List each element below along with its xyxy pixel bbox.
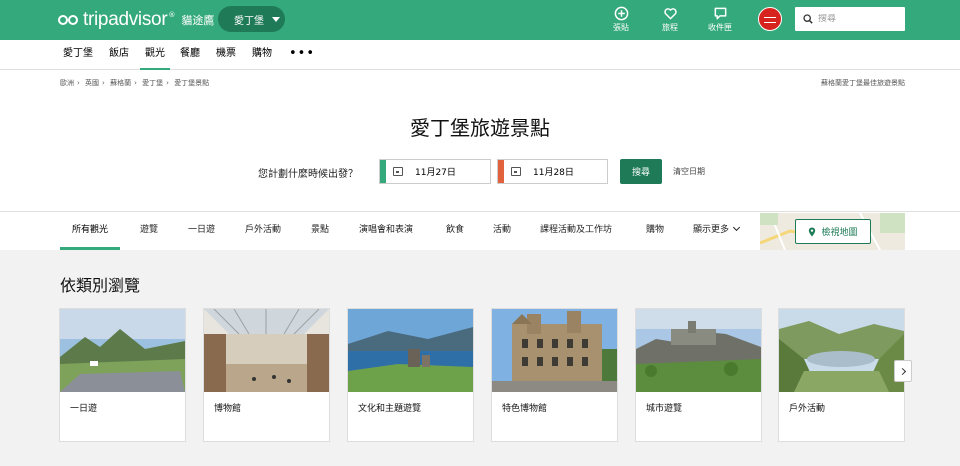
museum-hall-image — [204, 309, 329, 392]
date-question: 您計劃什麼時候出發？ — [258, 169, 358, 180]
checkout-date-field[interactable]: 11月28日 — [497, 159, 608, 184]
trips-button[interactable]: 旅程 — [655, 6, 685, 33]
breadcrumb-current: 愛丁堡景點 — [174, 79, 210, 87]
breadcrumb: 歐洲 › 英國 › 蘇格蘭 › 愛丁堡 › 愛丁堡景點 — [60, 78, 209, 88]
location-selector[interactable]: 愛丁堡 — [218, 6, 285, 32]
plus-circle-icon — [614, 6, 628, 21]
breadcrumb-item[interactable]: 歐洲 — [60, 79, 74, 87]
checkin-date-field[interactable]: 11月27日 — [379, 159, 491, 184]
logo-text: tripadvisor — [83, 9, 168, 30]
heart-icon — [663, 8, 677, 20]
map-pin-icon — [809, 226, 816, 237]
tab-day-trips[interactable]: 一日遊 — [188, 212, 215, 250]
header-search[interactable] — [795, 7, 905, 31]
trips-label: 旅程 — [662, 23, 678, 32]
show-more-label: 顯示更多 — [693, 225, 730, 235]
card-label: 博物館 — [214, 404, 242, 414]
breadcrumb-separator: › — [134, 79, 137, 87]
calendar-icon — [393, 167, 403, 176]
avatar[interactable] — [758, 7, 782, 31]
checkout-color-bar — [498, 160, 504, 183]
inbox-button[interactable]: 收件匣 — [705, 6, 735, 33]
calendar-icon — [511, 167, 521, 176]
card-label: 文化和主題遊覽 — [358, 404, 422, 414]
historic-building-image — [492, 309, 617, 392]
sub-nav: 愛丁堡 飯店 觀光 餐廳 機票 購物 ••• — [0, 40, 960, 70]
tab-shows[interactable]: 演唱會和表演 — [359, 212, 413, 250]
more-options-icon[interactable]: ••• — [289, 47, 315, 60]
category-card-museums[interactable]: 博物館 — [203, 308, 330, 442]
best-attractions-link[interactable]: 蘇格蘭愛丁堡最佳旅遊景點 — [821, 78, 905, 88]
breadcrumb-item[interactable]: 英國 — [85, 79, 99, 87]
card-label: 特色博物館 — [502, 404, 548, 414]
location-label: 愛丁堡 — [234, 15, 264, 27]
category-card-culture-tours[interactable]: 文化和主題遊覽 — [347, 308, 474, 442]
inbox-label: 收件匣 — [708, 23, 732, 32]
caret-down-icon — [272, 16, 280, 22]
category-card-day-trips[interactable]: 一日遊 — [59, 308, 186, 442]
tab-shopping[interactable]: 購物 — [646, 212, 664, 250]
subnav-item-attractions[interactable]: 觀光 — [140, 40, 170, 70]
date-search-button[interactable]: 搜尋 — [620, 159, 662, 184]
subnav-item-edinburgh[interactable]: 愛丁堡 — [63, 40, 93, 70]
browse-title: 依類別瀏覽 — [60, 276, 141, 295]
breadcrumb-separator: › — [77, 79, 80, 87]
card-label: 一日遊 — [70, 404, 98, 414]
clear-dates-link[interactable]: 清空日期 — [673, 166, 705, 177]
search-icon — [803, 14, 813, 24]
tab-all[interactable]: 所有觀光 — [60, 212, 121, 250]
owl-logo-icon — [58, 13, 80, 27]
view-map-label: 檢視地圖 — [821, 228, 858, 238]
category-card-specialty-museums[interactable]: 特色博物館 — [491, 308, 618, 442]
show-more-tabs[interactable]: 顯示更多 — [693, 212, 741, 250]
top-bar: tripadvisor ® 貓途鷹 愛丁堡 張貼 旅程 收件匣 — [0, 0, 960, 40]
valley-loch-image — [779, 309, 904, 392]
chevron-down-icon — [732, 223, 741, 232]
breadcrumb-item[interactable]: 蘇格蘭 — [110, 79, 131, 87]
card-label: 戶外活動 — [789, 404, 826, 414]
loch-castle-image — [348, 309, 473, 392]
day-trips-image — [60, 309, 185, 392]
tab-outdoor[interactable]: 戶外活動 — [245, 212, 281, 250]
tripadvisor-logo[interactable]: tripadvisor ® 貓途鷹 — [58, 9, 214, 31]
view-map-button[interactable]: 檢視地圖 — [795, 219, 871, 244]
card-label: 城市遊覽 — [646, 404, 683, 414]
checkout-date: 11月28日 — [533, 168, 574, 178]
tab-tours[interactable]: 遊覽 — [140, 212, 158, 250]
carousel-next-button[interactable] — [894, 360, 912, 382]
castle-hill-image — [636, 309, 761, 392]
breadcrumb-separator: › — [102, 79, 105, 87]
category-card-outdoor[interactable]: 戶外活動 — [778, 308, 905, 442]
breadcrumb-separator: › — [166, 79, 169, 87]
chevron-right-icon — [898, 367, 906, 375]
subnav-item-hotels[interactable]: 飯店 — [109, 40, 129, 70]
checkin-color-bar — [380, 160, 386, 183]
search-input[interactable] — [818, 14, 898, 24]
subnav-item-restaurants[interactable]: 餐廳 — [180, 40, 200, 70]
breadcrumb-item[interactable]: 愛丁堡 — [142, 79, 163, 87]
subnav-item-flights[interactable]: 機票 — [216, 40, 236, 70]
post-label: 張貼 — [613, 23, 629, 32]
category-tabs: 所有觀光 遊覽 一日遊 戶外活動 景點 演唱會和表演 飲食 活動 課程活動及工作… — [0, 211, 960, 250]
post-button[interactable]: 張貼 — [606, 6, 636, 33]
checkin-date: 11月27日 — [415, 168, 456, 178]
browse-section: 依類別瀏覽 一日遊 博物館 文化和主題遊覽 特色博物館 城市遊覽 戶外活動 — [0, 250, 960, 466]
chat-icon — [714, 7, 726, 20]
tab-food[interactable]: 飲食 — [446, 212, 464, 250]
subnav-item-shopping[interactable]: 購物 — [252, 40, 272, 70]
page-title: 愛丁堡旅遊景點 — [410, 116, 550, 140]
registered-mark: ® — [168, 11, 176, 19]
category-card-city-tours[interactable]: 城市遊覽 — [635, 308, 762, 442]
tab-activities[interactable]: 活動 — [493, 212, 511, 250]
tab-sights[interactable]: 景點 — [311, 212, 329, 250]
tab-classes[interactable]: 課程活動及工作坊 — [540, 212, 612, 250]
logo-cn-text: 貓途鷹 — [181, 14, 215, 27]
